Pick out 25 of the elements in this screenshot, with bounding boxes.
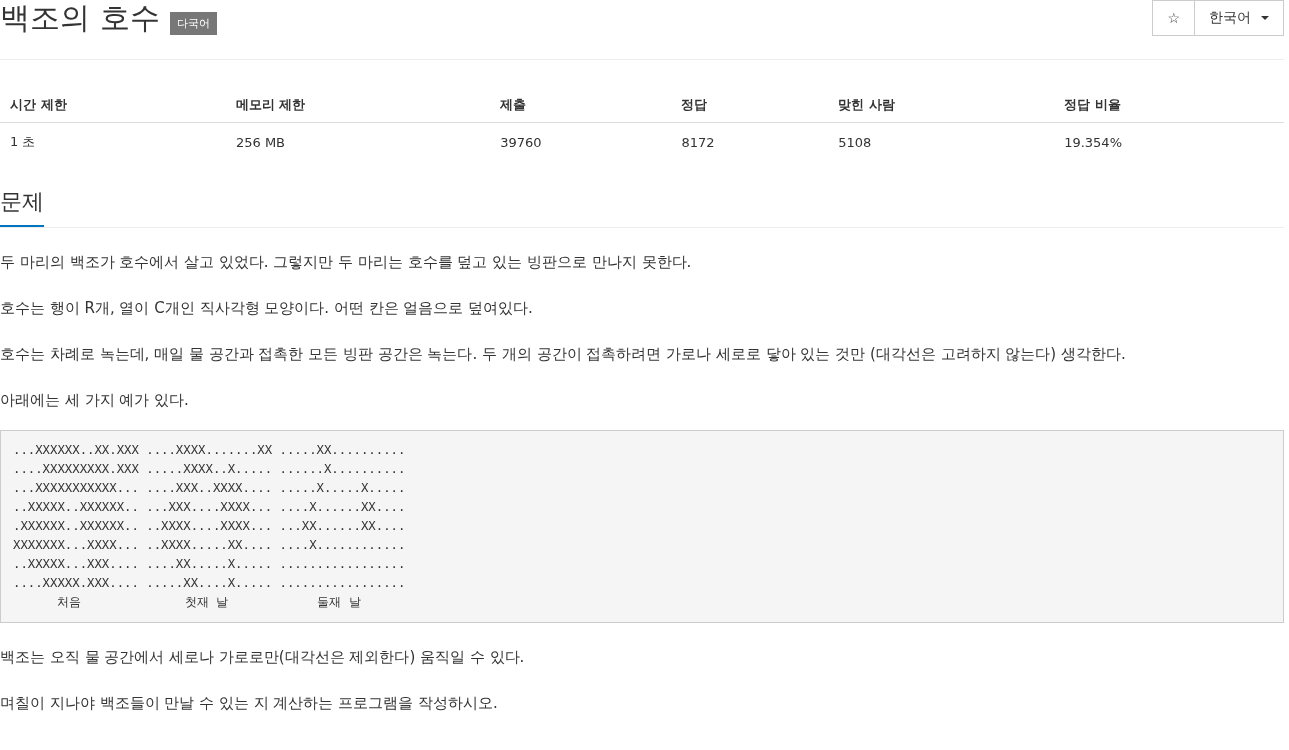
table-cell: 19.354% [1054, 122, 1284, 161]
column-header: 제출 [490, 88, 672, 123]
star-button[interactable]: ☆ [1152, 0, 1195, 36]
caret-icon [1261, 16, 1269, 20]
example-code-block: ...XXXXXX..XX.XXX ....XXXX.......XX .....XX.......... ....XXXXXXXXX.XXX .....XXXX..X..... ......X.......... ...XXXXXXXXXXX... ....XXX..XXXX.... .....X.....X..... ..XXXXX..XXXXXX.. ...XXX....XXXX... ....X......XX.... .XXXXXX..XXXXXX.. ..XXXX....XXXX... ...XX......XX.... XXXXXXX...XXXX... ..XXXX.....XX.... ....X............ ..XXXXX...XXX.... ....XX.....X..... ................. ....XXXXX.XXX.... .....XX....X..... ................. 처음 첫재 날 둘재 날 [0, 430, 1284, 623]
section-title: 문제 [0, 187, 44, 227]
language-dropdown[interactable]: 한국어 [1195, 0, 1284, 36]
table-cell: 1 초 [0, 122, 226, 161]
paragraph: 아래에는 세 가지 예가 있다. [0, 390, 190, 411]
table-cell: 256 MB [225, 122, 491, 161]
paragraph: 백조는 오직 물 공간에서 세로나 가로로만(대각선은 제외한다) 움직일 수 있다. [0, 647, 526, 668]
column-header: 정답 [671, 88, 829, 123]
column-header: 정답 비율 [1054, 88, 1284, 123]
table-cell: 39760 [490, 122, 672, 161]
table-cell: 8172 [671, 122, 829, 161]
paragraph: 며칠이 지나야 백조들이 만날 수 있는 지 계산하는 프로그램을 작성하시오. [0, 693, 499, 714]
column-header: 맞힌 사람 [828, 88, 1055, 123]
problem-title: 백조의 호수 [0, 0, 160, 37]
language-badge: 다국어 [169, 12, 217, 35]
table-cell: 5108 [828, 122, 1055, 161]
paragraph: 호수는 행이 R개, 열이 C개인 직사각형 모양이다. 어떤 칸은 얼음으로 덮여있다. [0, 298, 534, 319]
column-header: 시간 제한 [0, 88, 226, 123]
column-header: 메모리 제한 [225, 88, 491, 123]
paragraph: 두 마리의 백조가 호수에서 살고 있었다. 그렇지만 두 마리는 호수를 덮고 있는 빙판으로 만나지 못한다. [0, 252, 693, 273]
paragraph: 호수는 차례로 녹는데, 매일 물 공간과 접촉한 모든 빙판 공간은 녹는다. 두 개의 공간이 접촉하려면 가로나 세로로 닿아 있는 것만 (대각선은 고려하지 않는다) 생각한다. [0, 344, 1127, 365]
